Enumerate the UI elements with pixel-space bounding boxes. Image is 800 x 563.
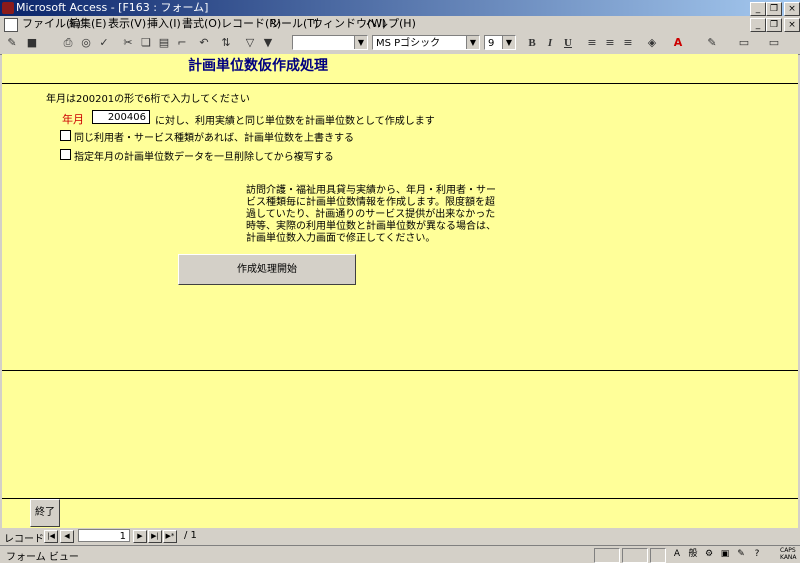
ime-dictionary-icon[interactable]: ✎ xyxy=(734,548,748,561)
window-title: Microsoft Access - [F163 : フォーム] xyxy=(16,1,209,14)
ime-help-icon[interactable]: ? xyxy=(750,548,764,561)
paste-icon[interactable]: ▤ xyxy=(156,35,172,51)
chevron-down-icon[interactable]: ▼ xyxy=(466,36,479,49)
access-app-icon[interactable] xyxy=(2,2,14,14)
exit-button[interactable]: 終了 xyxy=(30,499,60,527)
ime-mode-label[interactable]: 般 xyxy=(686,548,700,561)
font-name-combo[interactable]: MS Pゴシック ▼ xyxy=(372,35,480,50)
year-month-label: 年月 xyxy=(62,113,84,126)
record-total: / 1 xyxy=(184,530,197,541)
align-center-icon[interactable]: ≡ xyxy=(602,35,618,51)
instruction-text: 年月は200201の形で6桁で入力してください xyxy=(46,94,250,105)
format-painter-icon[interactable]: ⌐ xyxy=(174,35,190,51)
new-record-icon[interactable]: ▶* xyxy=(163,530,177,543)
chevron-down-icon[interactable]: ▼ xyxy=(354,36,367,49)
font-color-icon[interactable]: A xyxy=(670,35,686,51)
doc-minimize-button[interactable]: _ xyxy=(750,18,766,32)
menu-view[interactable]: 表示(V) xyxy=(108,16,146,32)
border-width-icon[interactable]: ▭ xyxy=(736,35,752,51)
close-button[interactable]: × xyxy=(784,2,800,16)
status-panel xyxy=(622,548,648,563)
align-left-icon[interactable]: ≡ xyxy=(584,35,600,51)
next-record-icon[interactable]: ▶ xyxy=(133,530,147,543)
title-bar: Microsoft Access - [F163 : フォーム] _ ❐ × xyxy=(0,0,800,16)
status-bar: フォーム ビュー A 般 ⚙ ▣ ✎ ? CAPS KANA xyxy=(0,545,800,563)
caps-indicator: CAPS xyxy=(780,547,796,554)
detail-divider xyxy=(2,370,798,371)
form-title: 計画単位数仮作成処理 xyxy=(188,58,328,74)
year-month-input[interactable]: 200406 xyxy=(92,110,150,124)
underline-button[interactable]: U xyxy=(560,35,576,51)
italic-button[interactable]: I xyxy=(542,35,558,51)
view-icon[interactable]: ✎ xyxy=(4,35,20,51)
menu-help[interactable]: ヘルプ(H) xyxy=(366,16,416,32)
first-record-icon[interactable]: |◀ xyxy=(44,530,58,543)
align-right-icon[interactable]: ≡ xyxy=(620,35,636,51)
ime-pad-icon[interactable]: ▣ xyxy=(718,548,732,561)
status-text: フォーム ビュー xyxy=(6,552,79,563)
font-size-value: 9 xyxy=(488,38,495,49)
record-navigation: レコード: |◀ ◀ 1 ▶ ▶| ▶* / 1 xyxy=(0,528,800,545)
cut-icon[interactable]: ✂ xyxy=(120,35,136,51)
ime-icon[interactable]: A xyxy=(670,548,684,561)
footer-divider xyxy=(2,498,798,499)
menu-edit[interactable]: 編集(E) xyxy=(69,16,107,32)
start-processing-button[interactable]: 作成処理開始 xyxy=(178,254,356,285)
sort-icon[interactable]: ⇅ xyxy=(218,35,234,51)
save-icon[interactable]: ■ xyxy=(24,35,40,51)
status-panel xyxy=(650,548,666,563)
record-number-input[interactable]: 1 xyxy=(78,529,130,542)
filter-icon[interactable]: ▽ xyxy=(242,35,258,51)
delete-first-checkbox[interactable] xyxy=(60,149,71,160)
description-note: 訪問介護・福祉用具貸与実績から、年月・利用者・サービス種類毎に計画単位数情報を作… xyxy=(246,185,496,244)
formatting-toolbar: ✎ ■ ⎙ ◎ ✓ ✂ ❏ ▤ ⌐ ↶ ⇅ ▽ ▼ ▼ MS Pゴシック ▼ 9 ▼… xyxy=(0,32,800,55)
menu-insert[interactable]: 挿入(I) xyxy=(147,16,181,32)
ime-settings-icon[interactable]: ⚙ xyxy=(702,548,716,561)
fill-color-icon[interactable]: ◈ xyxy=(644,35,660,51)
status-panel xyxy=(594,548,620,563)
apply-filter-icon[interactable]: ▼ xyxy=(260,35,276,51)
chevron-down-icon[interactable]: ▼ xyxy=(502,36,515,49)
form-icon[interactable] xyxy=(4,18,18,32)
prev-record-icon[interactable]: ◀ xyxy=(60,530,74,543)
font-size-combo[interactable]: 9 ▼ xyxy=(484,35,516,50)
header-divider xyxy=(2,83,798,84)
overwrite-checkbox[interactable] xyxy=(60,130,71,141)
special-effect-icon[interactable]: ▭ xyxy=(766,35,782,51)
copy-icon[interactable]: ❏ xyxy=(138,35,154,51)
spelling-icon[interactable]: ✓ xyxy=(96,35,112,51)
menu-format[interactable]: 書式(O) xyxy=(182,16,221,32)
year-month-suffix: に対し、利用実績と同じ単位数を計画単位数として作成します xyxy=(155,116,435,127)
font-name-value: MS Pゴシック xyxy=(376,38,441,49)
print-preview-icon[interactable]: ◎ xyxy=(78,35,94,51)
doc-close-button[interactable]: × xyxy=(784,18,800,32)
object-combo[interactable]: ▼ xyxy=(292,35,368,50)
kana-indicator: KANA xyxy=(780,554,797,561)
print-icon[interactable]: ⎙ xyxy=(60,35,76,51)
line-color-icon[interactable]: ✎ xyxy=(704,35,720,51)
bold-button[interactable]: B xyxy=(524,35,540,51)
overwrite-checkbox-label: 同じ利用者・サービス種類があれば、計画単位数を上書きする xyxy=(74,133,354,144)
record-label: レコード: xyxy=(4,534,48,545)
minimize-button[interactable]: _ xyxy=(750,2,766,16)
doc-restore-button[interactable]: ❐ xyxy=(766,18,782,32)
delete-first-checkbox-label: 指定年月の計画単位数データを一旦削除してから複写する xyxy=(74,152,334,163)
menu-bar: ファイル(F) 編集(E) 表示(V) 挿入(I) 書式(O) レコード(R) … xyxy=(0,16,800,32)
last-record-icon[interactable]: ▶| xyxy=(148,530,162,543)
restore-button[interactable]: ❐ xyxy=(766,2,782,16)
undo-icon[interactable]: ↶ xyxy=(196,35,212,51)
